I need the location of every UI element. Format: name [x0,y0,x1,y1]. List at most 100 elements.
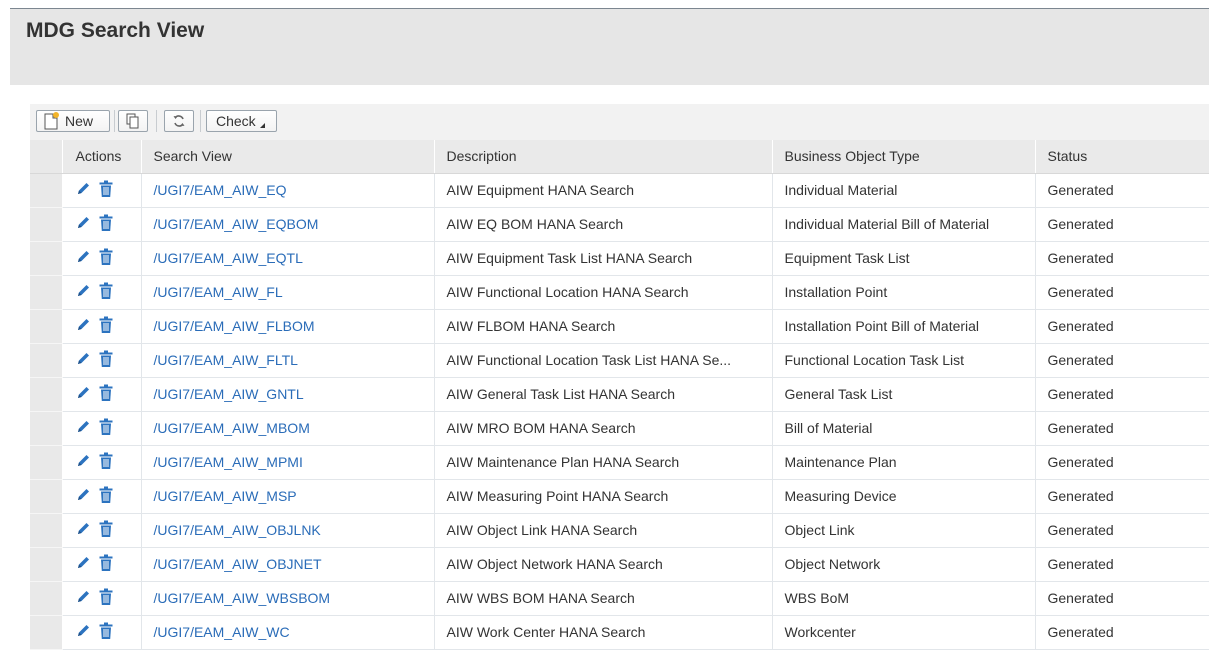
cell-search-view[interactable]: /UGI7/EAM_AIW_FLBOM [141,309,435,344]
row-selector[interactable] [30,547,63,582]
edit-icon[interactable] [75,283,91,302]
table-row[interactable]: /UGI7/EAM_AIW_MSP AIW Measuring Point HA… [30,479,1209,514]
row-selector-header[interactable] [30,140,63,174]
row-selector[interactable] [30,241,63,276]
edit-icon[interactable] [75,623,91,642]
row-selector[interactable] [30,615,63,650]
table-row[interactable]: /UGI7/EAM_AIW_FL AIW Functional Location… [30,275,1209,310]
cell-status: Generated [1035,411,1209,446]
delete-icon[interactable] [98,316,114,337]
delete-icon[interactable] [98,214,114,235]
cell-business-object-type: General Task List [772,377,1036,412]
edit-icon[interactable] [75,555,91,574]
cell-search-view[interactable]: /UGI7/EAM_AIW_FLTL [141,343,435,378]
search-view-link[interactable]: /UGI7/EAM_AIW_MBOM [154,420,310,436]
cell-search-view[interactable]: /UGI7/EAM_AIW_MBOM [141,411,435,446]
table-row[interactable]: /UGI7/EAM_AIW_EQBOM AIW EQ BOM HANA Sear… [30,207,1209,242]
row-actions [62,241,142,276]
cell-description: AIW EQ BOM HANA Search [434,207,773,242]
delete-icon[interactable] [98,418,114,439]
search-view-link[interactable]: /UGI7/EAM_AIW_OBJLNK [154,522,321,538]
cell-search-view[interactable]: /UGI7/EAM_AIW_EQ [141,173,435,208]
cell-search-view[interactable]: /UGI7/EAM_AIW_WC [141,615,435,650]
cell-search-view[interactable]: /UGI7/EAM_AIW_EQBOM [141,207,435,242]
table-row[interactable]: /UGI7/EAM_AIW_MBOM AIW MRO BOM HANA Sear… [30,411,1209,446]
row-selector[interactable] [30,275,63,310]
delete-icon[interactable] [98,180,114,201]
check-button[interactable]: Check [206,110,277,132]
cell-search-view[interactable]: /UGI7/EAM_AIW_OBJLNK [141,513,435,548]
row-selector[interactable] [30,309,63,344]
row-selector[interactable] [30,513,63,548]
row-selector[interactable] [30,343,63,378]
edit-icon[interactable] [75,249,91,268]
row-actions [62,547,142,582]
search-view-link[interactable]: /UGI7/EAM_AIW_FLBOM [154,318,315,334]
edit-icon[interactable] [75,589,91,608]
copy-button[interactable] [118,110,148,132]
row-selector[interactable] [30,377,63,412]
table-row[interactable]: /UGI7/EAM_AIW_WBSBOM AIW WBS BOM HANA Se… [30,581,1209,616]
edit-icon[interactable] [75,181,91,200]
table-row[interactable]: /UGI7/EAM_AIW_EQ AIW Equipment HANA Sear… [30,173,1209,208]
table-row[interactable]: /UGI7/EAM_AIW_WC AIW Work Center HANA Se… [30,615,1209,650]
edit-icon[interactable] [75,487,91,506]
column-header-description[interactable]: Description [434,140,773,174]
search-view-link[interactable]: /UGI7/EAM_AIW_FL [154,284,283,300]
table-row[interactable]: /UGI7/EAM_AIW_OBJLNK AIW Object Link HAN… [30,513,1209,548]
search-view-link[interactable]: /UGI7/EAM_AIW_MPMI [154,454,303,470]
column-header-search-view[interactable]: Search View [141,140,435,174]
table-row[interactable]: /UGI7/EAM_AIW_OBJNET AIW Object Network … [30,547,1209,582]
cell-search-view[interactable]: /UGI7/EAM_AIW_FL [141,275,435,310]
search-view-link[interactable]: /UGI7/EAM_AIW_GNTL [154,386,304,402]
table-row[interactable]: /UGI7/EAM_AIW_FLTL AIW Functional Locati… [30,343,1209,378]
delete-icon[interactable] [98,384,114,405]
edit-icon[interactable] [75,317,91,336]
row-selector[interactable] [30,445,63,480]
row-selector[interactable] [30,207,63,242]
edit-icon[interactable] [75,351,91,370]
cell-search-view[interactable]: /UGI7/EAM_AIW_EQTL [141,241,435,276]
cell-search-view[interactable]: /UGI7/EAM_AIW_GNTL [141,377,435,412]
table-row[interactable]: /UGI7/EAM_AIW_GNTL AIW General Task List… [30,377,1209,412]
row-selector[interactable] [30,479,63,514]
new-button[interactable]: New [36,110,110,132]
row-selector[interactable] [30,173,63,208]
delete-icon[interactable] [98,520,114,541]
edit-icon[interactable] [75,521,91,540]
search-view-link[interactable]: /UGI7/EAM_AIW_EQ [154,182,287,198]
search-view-link[interactable]: /UGI7/EAM_AIW_EQTL [154,250,303,266]
delete-icon[interactable] [98,452,114,473]
search-view-link[interactable]: /UGI7/EAM_AIW_FLTL [154,352,298,368]
search-view-link[interactable]: /UGI7/EAM_AIW_EQBOM [154,216,319,232]
edit-icon[interactable] [75,453,91,472]
column-header-status[interactable]: Status [1035,140,1209,174]
column-header-business-object-type[interactable]: Business Object Type [772,140,1036,174]
cell-search-view[interactable]: /UGI7/EAM_AIW_WBSBOM [141,581,435,616]
cell-search-view[interactable]: /UGI7/EAM_AIW_MPMI [141,445,435,480]
search-view-link[interactable]: /UGI7/EAM_AIW_OBJNET [154,556,322,572]
dropdown-arrow-icon [259,122,265,128]
search-view-link[interactable]: /UGI7/EAM_AIW_MSP [154,488,297,504]
delete-icon[interactable] [98,588,114,609]
table-row[interactable]: /UGI7/EAM_AIW_EQTL AIW Equipment Task Li… [30,241,1209,276]
delete-icon[interactable] [98,248,114,269]
delete-icon[interactable] [98,554,114,575]
delete-icon[interactable] [98,622,114,643]
search-view-link[interactable]: /UGI7/EAM_AIW_WBSBOM [154,590,331,606]
row-selector[interactable] [30,411,63,446]
edit-icon[interactable] [75,385,91,404]
delete-icon[interactable] [98,486,114,507]
edit-icon[interactable] [75,419,91,438]
table-row[interactable]: /UGI7/EAM_AIW_FLBOM AIW FLBOM HANA Searc… [30,309,1209,344]
delete-icon[interactable] [98,350,114,371]
cell-search-view[interactable]: /UGI7/EAM_AIW_MSP [141,479,435,514]
refresh-button[interactable] [164,110,194,132]
search-view-link[interactable]: /UGI7/EAM_AIW_WC [154,624,290,640]
cell-search-view[interactable]: /UGI7/EAM_AIW_OBJNET [141,547,435,582]
table-row[interactable]: /UGI7/EAM_AIW_MPMI AIW Maintenance Plan … [30,445,1209,480]
cell-business-object-type: Maintenance Plan [772,445,1036,480]
edit-icon[interactable] [75,215,91,234]
row-selector[interactable] [30,581,63,616]
delete-icon[interactable] [98,282,114,303]
